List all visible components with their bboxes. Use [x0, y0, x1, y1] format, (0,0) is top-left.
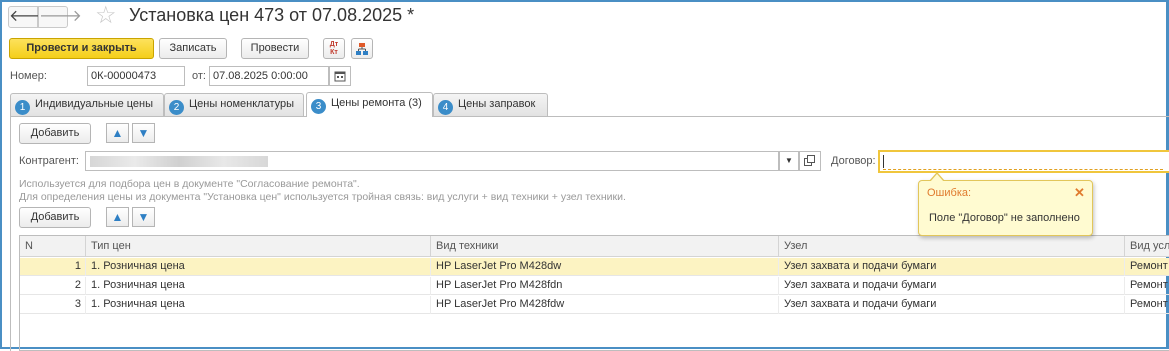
- date-field[interactable]: 07.08.2025 0:00:00: [209, 66, 329, 86]
- prices-table: N Тип цен Вид техники Узел Вид усл 1 1. …: [19, 235, 1169, 351]
- cell-price-type: 1. Розничная цена: [86, 277, 431, 295]
- structure-button[interactable]: [351, 38, 373, 59]
- tab-label: Индивидуальные цены: [35, 98, 154, 110]
- counterparty-dropdown-button[interactable]: ▼: [779, 151, 799, 171]
- dt-kt-icon: Дт Кт: [329, 41, 339, 56]
- counterparty-field[interactable]: [85, 151, 779, 171]
- row-up-button[interactable]: ▲: [106, 207, 129, 227]
- cell-node: Узел захвата и подачи бумаги: [779, 296, 1125, 314]
- document-window: 🡐 🡒 ☆ Установка цен 473 от 07.08.2025 * …: [0, 0, 1169, 351]
- cell-service: Ремонт: [1130, 298, 1168, 310]
- tab-number-badge: 3: [311, 99, 326, 114]
- chevron-down-icon: ▼: [785, 156, 793, 165]
- cell-price-type: 1. Розничная цена: [86, 296, 431, 314]
- contract-label: Договор:: [831, 155, 876, 167]
- date-label: от:: [192, 70, 206, 82]
- cell-equipment: HP LaserJet Pro M428fdw: [431, 296, 779, 314]
- arrow-right-icon: 🡒: [39, 8, 82, 25]
- cell-equipment: HP LaserJet Pro M428dw: [431, 258, 779, 276]
- post-and-close-button[interactable]: Провести и закрыть: [9, 38, 154, 59]
- arrow-up-icon: ▲: [111, 210, 124, 224]
- error-message: Поле "Договор" не заполнено: [929, 212, 1080, 224]
- error-popup: Ошибка: ✕ Поле "Договор" не заполнено: [918, 172, 1093, 236]
- underline-hint: [883, 169, 1163, 170]
- cell-n: 1: [20, 258, 86, 276]
- tab-number-badge: 1: [15, 100, 30, 115]
- move-down-button[interactable]: ▼: [132, 123, 155, 143]
- tab-number-badge: 2: [169, 100, 184, 115]
- tab-label: Цены номенклатуры: [189, 98, 295, 110]
- tab-individual-prices[interactable]: 1 Индивидуальные цены: [10, 93, 164, 116]
- cell-equipment: HP LaserJet Pro M428fdn: [431, 277, 779, 295]
- counterparty-open-button[interactable]: [799, 151, 821, 171]
- tab-nomenclature-prices[interactable]: 2 Цены номенклатуры: [164, 93, 304, 116]
- cell-n: 2: [20, 277, 86, 295]
- tab-label: Цены ремонта (3): [331, 97, 422, 109]
- table-row[interactable]: 3 1. Розничная цена HP LaserJet Pro M428…: [20, 296, 1169, 314]
- tab-repair-prices[interactable]: 3 Цены ремонта (3): [306, 92, 433, 117]
- number-field[interactable]: 0К-00000473: [87, 66, 185, 86]
- close-icon[interactable]: ✕: [1074, 185, 1085, 201]
- move-up-button[interactable]: ▲: [106, 123, 129, 143]
- column-header-price-type[interactable]: Тип цен: [86, 236, 431, 257]
- save-button[interactable]: Записать: [159, 38, 227, 59]
- row-down-button[interactable]: ▼: [132, 207, 155, 227]
- add-counterparty-button[interactable]: Добавить: [19, 123, 91, 144]
- calendar-icon: [334, 71, 346, 82]
- hint-text-2: Для определения цены из документа "Устан…: [19, 191, 626, 203]
- blurred-value: [90, 156, 268, 167]
- cell-node: Узел захвата и подачи бумаги: [779, 258, 1125, 276]
- hierarchy-icon: [356, 43, 368, 55]
- dt-kt-report-button[interactable]: Дт Кт: [323, 38, 345, 59]
- tab-refill-prices[interactable]: 4 Цены заправок: [433, 93, 548, 116]
- back-button[interactable]: 🡐: [8, 6, 52, 28]
- arrow-down-icon: ▼: [137, 210, 150, 224]
- cell-price-type: 1. Розничная цена: [86, 258, 431, 276]
- number-label: Номер:: [10, 70, 47, 82]
- hint-text-1: Используется для подбора цен в документе…: [19, 178, 360, 190]
- contract-field[interactable]: [878, 150, 1169, 173]
- post-button[interactable]: Провести: [241, 38, 309, 59]
- calendar-button[interactable]: [329, 66, 351, 86]
- page-title: Установка цен 473 от 07.08.2025 *: [129, 5, 415, 25]
- cell-service: Ремонт: [1130, 260, 1168, 272]
- favorite-star-icon[interactable]: ☆: [95, 3, 117, 29]
- table-row[interactable]: 1 1. Розничная цена HP LaserJet Pro M428…: [20, 258, 1169, 276]
- arrow-up-icon: ▲: [111, 126, 124, 140]
- forward-button[interactable]: 🡒: [38, 6, 82, 28]
- column-header-n[interactable]: N: [20, 236, 86, 257]
- open-form-icon: [804, 155, 815, 166]
- tab-number-badge: 4: [438, 100, 453, 115]
- counterparty-label: Контрагент:: [19, 155, 79, 167]
- cell-service: Ремонт: [1130, 279, 1168, 291]
- cell-node: Узел захвата и подачи бумаги: [779, 277, 1125, 295]
- table-header: N Тип цен Вид техники Узел Вид усл: [20, 236, 1169, 257]
- column-header-service[interactable]: Вид усл: [1125, 236, 1169, 257]
- add-row-button[interactable]: Добавить: [19, 207, 91, 228]
- column-header-equipment[interactable]: Вид техники: [431, 236, 779, 257]
- arrow-down-icon: ▼: [137, 126, 150, 140]
- cell-n: 3: [20, 296, 86, 314]
- tab-label: Цены заправок: [458, 98, 536, 110]
- column-header-node[interactable]: Узел: [779, 236, 1125, 257]
- table-row[interactable]: 2 1. Розничная цена HP LaserJet Pro M428…: [20, 277, 1169, 295]
- text-cursor: [883, 155, 884, 168]
- error-title: Ошибка:: [927, 187, 972, 199]
